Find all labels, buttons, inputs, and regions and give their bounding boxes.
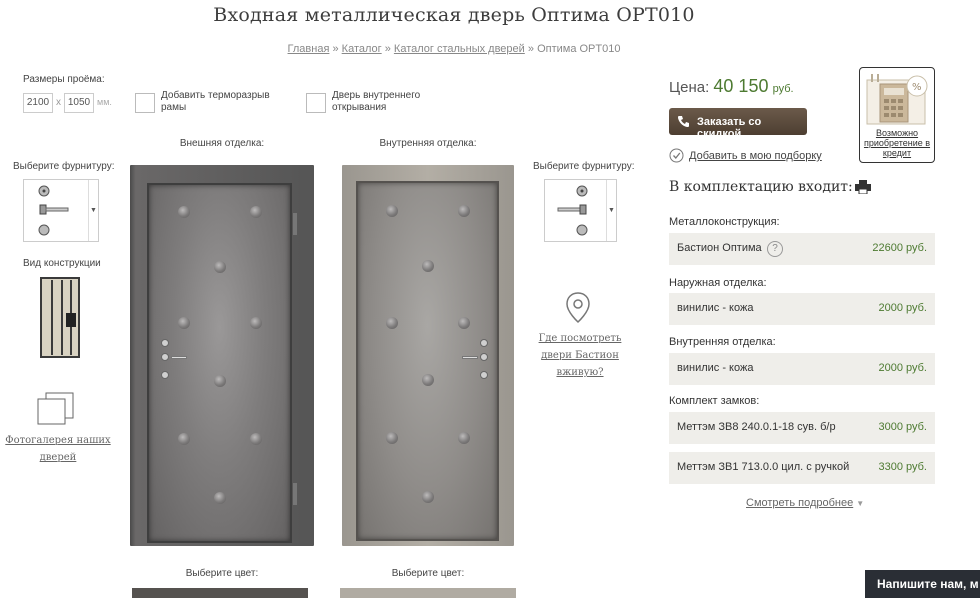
kit-row: Меттэм ЗВ8 240.0.1-18 сув. б/р 3000 руб. [669,412,935,444]
hardware-select-left[interactable]: ▼ [23,179,99,242]
see-more-text[interactable]: Смотреть подробнее [746,497,853,509]
gallery-icon[interactable] [37,392,75,426]
kit-row-price: 2000 руб. [878,302,927,314]
kit-row-name: винилис - кожа [677,362,754,374]
chevron-down-icon[interactable]: ▼ [88,180,98,241]
kit-row-price: 22600 руб. [872,242,927,254]
kit-title: В комплектацию входит: [669,179,853,195]
kit-row: Бастион Оптима ? 22600 руб. [669,233,935,265]
kit-section-label: Внутренняя отделка: [669,336,776,348]
size-unit: мм. [97,97,112,107]
opening-width-input[interactable]: 2100 [23,93,53,113]
thermal-break-checkbox[interactable] [135,93,155,113]
kit-row-name: Меттэм ЗВ1 713.0.0 цил. с ручкой [677,461,850,473]
order-discount-label: Заказать со скидкой [697,116,762,140]
print-icon[interactable] [855,180,871,194]
gallery-link-text[interactable]: Фотогалерея наших дверей [5,435,110,463]
help-icon[interactable]: ? [767,241,783,257]
breadcrumb: Главная » Каталог » Каталог стальных две… [0,43,908,55]
interior-finish-label: Внутренняя отделка: [379,138,477,149]
see-more-link[interactable]: Смотреть подробнее ▼ [746,497,864,509]
map-pin-icon[interactable] [566,292,590,324]
breadcrumb-sep: » [384,43,391,55]
times-sign: x [56,97,61,108]
select-hardware-label-right: Выберите фурнитуру: [533,161,635,172]
kit-row-price: 3300 руб. [878,461,927,473]
construction-type-icon[interactable] [40,277,80,358]
kit-row-name: винилис - кожа [677,302,754,314]
interior-door-image [342,165,514,546]
kit-row: винилис - кожа 2000 руб. [669,293,935,325]
interior-color-label: Выберите цвет: [391,568,465,579]
svg-text:%: % [912,82,922,93]
breadcrumb-sep: » [332,43,339,55]
kit-section-label: Комплект замков: [669,395,760,407]
breadcrumb-current: Оптима OPT010 [537,43,621,55]
kit-row: Меттэм ЗВ1 713.0.0 цил. с ручкой 3300 ру… [669,452,935,484]
breadcrumb-catalog[interactable]: Каталог [342,43,382,55]
thermal-break-label: Добавить терморазрыв рамы [161,90,270,113]
phone-icon [678,116,689,127]
exterior-color-label: Выберите цвет: [185,568,259,579]
opening-height-input[interactable]: 1050 [64,93,94,113]
inward-opening-checkbox[interactable] [306,93,326,113]
chat-widget-button[interactable]: Напишите нам, м [865,570,980,598]
breadcrumb-home[interactable]: Главная [288,43,330,55]
kit-section-label: Наружная отделка: [669,277,767,289]
calculator-icon: % [866,74,928,125]
exterior-color-swatch[interactable] [132,588,308,598]
kit-row-name: Меттэм ЗВ8 240.0.1-18 сув. б/р [677,421,836,433]
kit-row-price: 2000 руб. [878,362,927,374]
exterior-finish-label: Внешняя отделка: [179,138,265,149]
kit-row-name: Бастион Оптима [677,242,762,254]
gallery-link[interactable]: Фотогалерея наших дверей [5,432,111,466]
chevron-down-icon: ▼ [856,499,865,508]
add-to-selection-link[interactable]: Добавить в мою подборку [689,150,822,162]
page-title: Входная металлическая дверь Оптима OPT01… [213,4,695,26]
kit-section-label: Металлоконструкция: [669,216,780,228]
price: Цена: 40 150 руб. [669,76,794,97]
construction-label: Вид конструкции [23,258,101,269]
select-hardware-label-left: Выберите фурнитуру: [13,161,115,172]
price-value: 40 150 [713,76,769,96]
exterior-door-image [130,165,314,546]
breadcrumb-sep: » [527,43,534,55]
opening-sizes-label: Размеры проёма: [23,74,105,85]
where-to-see-link-text[interactable]: Где посмотреть двери Бастион вживую? [539,333,622,378]
hardware-select-right[interactable]: ▼ [544,179,617,242]
price-currency: руб. [772,83,794,95]
price-label: Цена: [669,79,710,96]
order-discount-button[interactable]: Заказать со скидкой [669,108,807,140]
lock-set-icon [38,185,69,236]
kit-row: винилис - кожа 2000 руб. [669,353,935,385]
breadcrumb-steel-doors[interactable]: Каталог стальных дверей [394,43,525,55]
chevron-down-icon[interactable]: ▼ [606,180,616,241]
check-circle-icon[interactable] [669,148,684,163]
credit-text[interactable]: Возможно приобретение в кредит [862,128,932,158]
kit-row-price: 3000 руб. [878,421,927,433]
where-to-see-link[interactable]: Где посмотреть двери Бастион вживую? [533,330,627,381]
credit-box[interactable]: % Возможно приобретение в кредит [859,67,935,163]
lock-set-icon [557,185,588,236]
interior-color-swatch[interactable] [340,588,516,598]
inward-opening-label: Дверь внутреннего открывания [332,90,421,113]
